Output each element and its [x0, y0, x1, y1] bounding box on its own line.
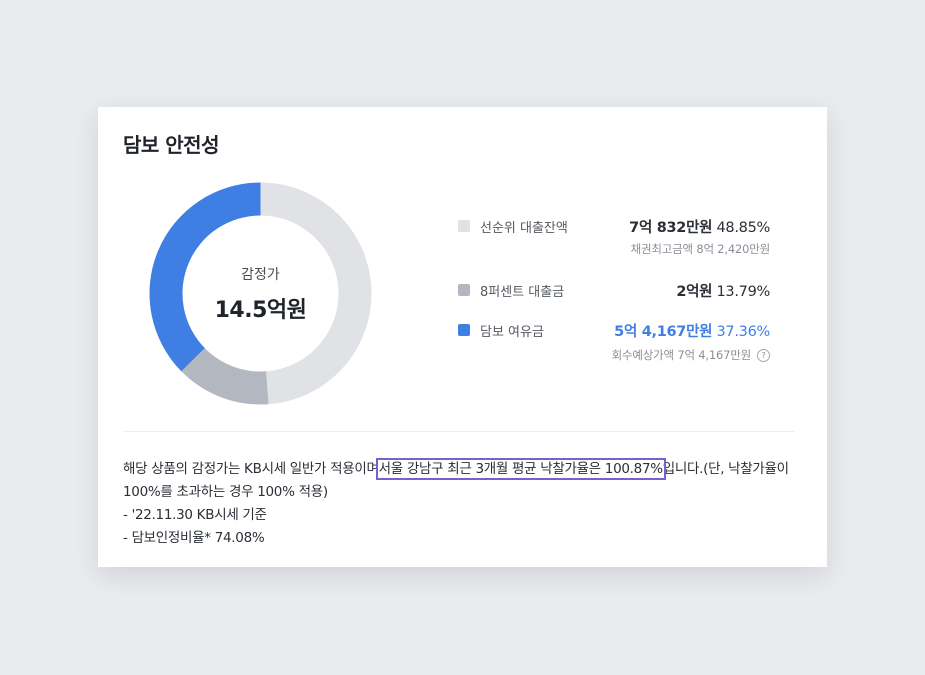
legend-label: 담보 여유금 — [480, 325, 544, 340]
donut-center-value: 14.5억원 — [214, 297, 307, 323]
collateral-safety-card: 담보 안전성 감정가 14.5억원 선순위 대출잔액 7억 832만원 48.8… — [98, 107, 827, 567]
legend-label: 8퍼센트 대출금 — [480, 285, 565, 300]
percent-value: 37.36% — [716, 324, 771, 340]
legend-item-senior-loan: 선순위 대출잔액 7억 832만원 48.85% 채권최고금액 8억 2,420… — [458, 215, 770, 257]
section-divider — [123, 431, 794, 432]
donut-center-label: 감정가 — [241, 266, 280, 283]
recovery-text: 회수예상가액 7억 4,167만원 — [611, 348, 752, 362]
percent-value: 48.85% — [716, 220, 771, 236]
appraisal-description: 해당 상품의 감정가는 KB시세 일반가 적용이며서울 강남구 최근 3개월 평… — [123, 458, 803, 550]
percent-value: 13.79% — [716, 284, 771, 300]
legend-amount: 7억 832만원 48.85% — [629, 216, 770, 237]
donut-center: 감정가 14.5억원 — [149, 182, 372, 405]
highlighted-winning-bid-rate: 서울 강남구 최근 3개월 평균 낙찰가율은 100.87% — [375, 458, 666, 480]
ltv-ratio-note: - 담보인정비율* 74.08% — [123, 530, 265, 546]
amount-value: 2억원 — [676, 284, 713, 300]
legend-item-collateral-margin: 담보 여유금 5억 4,167만원 37.36% 회수예상가액 7억 4,167… — [458, 319, 770, 363]
collateral-margin-swatch — [458, 324, 470, 336]
max-claim-amount: 채권최고금액 8억 2,420만원 — [630, 242, 771, 256]
legend-label: 선순위 대출잔액 — [480, 221, 568, 236]
card-title: 담보 안전성 — [123, 133, 219, 157]
appraisal-donut-chart: 감정가 14.5억원 — [149, 182, 372, 405]
donut-legend: 선순위 대출잔액 7억 832만원 48.85% 채권최고금액 8억 2,420… — [458, 215, 770, 363]
legend-amount: 2억원 13.79% — [676, 280, 770, 301]
senior-loan-swatch — [458, 220, 470, 232]
description-paragraph: 해당 상품의 감정가는 KB시세 일반가 적용이며서울 강남구 최근 3개월 평… — [123, 458, 803, 504]
amount-value: 7억 832만원 — [629, 220, 713, 236]
description-text: 해당 상품의 감정가는 KB시세 일반가 적용이며 — [123, 461, 379, 477]
8percent-loan-swatch — [458, 284, 470, 296]
kb-price-basis-note: - '22.11.30 KB시세 기준 — [123, 507, 267, 523]
amount-value: 5억 4,167만원 — [614, 324, 713, 340]
expected-recovery-amount: 회수예상가액 7억 4,167만원? — [458, 347, 770, 363]
legend-item-8percent-loan: 8퍼센트 대출금 2억원 13.79% — [458, 279, 770, 301]
legend-amount: 5억 4,167만원 37.36% — [614, 320, 770, 341]
help-icon[interactable]: ? — [757, 349, 770, 362]
